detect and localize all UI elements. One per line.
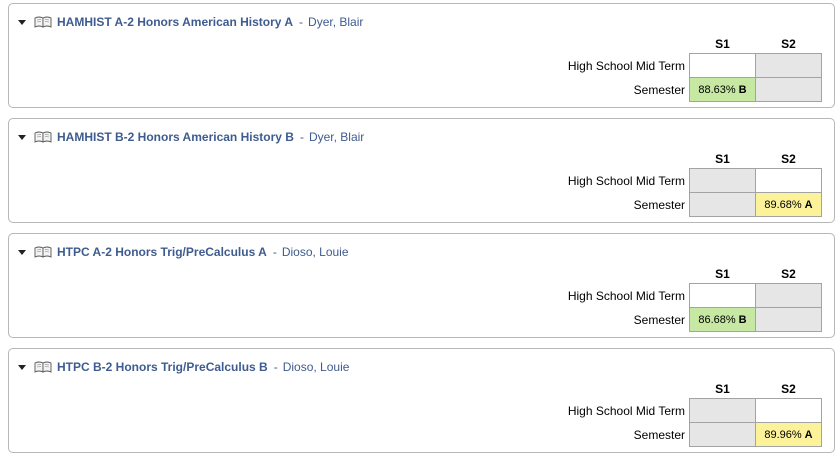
grades-table: S1 S2 High School Mid Term Semester 89.9… xyxy=(568,379,822,447)
row-label: Semester xyxy=(633,82,685,97)
grade-letter: B xyxy=(738,83,747,96)
teacher-name: Dioso, Louie xyxy=(281,245,349,259)
grade-cell xyxy=(755,307,822,332)
grade-cell xyxy=(689,422,756,447)
grade-cell xyxy=(689,53,756,78)
grade-row-midterm: High School Mid Term xyxy=(567,53,822,78)
row-label: High School Mid Term xyxy=(567,173,685,188)
term-header-s1: S1 xyxy=(715,381,730,396)
grades-table: S1 S2 High School Mid Term Semester 89.6… xyxy=(568,149,822,217)
course-title-link[interactable]: HAMHIST B-2 Honors American History B xyxy=(57,130,294,144)
triangle-down-icon[interactable] xyxy=(18,20,26,25)
grade-cell xyxy=(755,398,822,423)
grades-header-row: S1 S2 xyxy=(568,149,822,169)
course-header: HAMHIST B-2 Honors American History B - … xyxy=(18,129,364,145)
grade-row-semester: Semester 88.63% B xyxy=(568,77,822,102)
term-header-s1: S1 xyxy=(715,151,730,166)
grades-header-row: S1 S2 xyxy=(568,379,822,399)
course-header: HTPC B-2 Honors Trig/PreCalculus B - Dio… xyxy=(18,359,349,375)
term-header-s2: S2 xyxy=(781,36,796,51)
grade-percent: 88.63% xyxy=(698,83,736,96)
term-header-s1: S1 xyxy=(715,266,730,281)
grade-row-midterm: High School Mid Term xyxy=(567,168,822,193)
course-card: HTPC A-2 Honors Trig/PreCalculus A - Dio… xyxy=(8,233,835,338)
grade-percent: 89.96% xyxy=(764,428,802,441)
header-blank xyxy=(568,34,690,54)
row-label: Semester xyxy=(633,312,685,327)
title-separator: - xyxy=(299,15,304,29)
header-blank xyxy=(568,264,690,284)
grade-letter: B xyxy=(738,313,747,326)
grades-table: S1 S2 High School Mid Term Semester 88.6… xyxy=(568,34,822,102)
grade-cell xyxy=(689,398,756,423)
grade-percent: 89.68% xyxy=(764,198,802,211)
teacher-name: Dyer, Blair xyxy=(308,15,364,29)
course-title-link[interactable]: HAMHIST A-2 Honors American History A xyxy=(57,15,293,29)
title-separator: - xyxy=(299,130,304,144)
grade-cell xyxy=(755,168,822,193)
teacher-name: Dioso, Louie xyxy=(282,360,350,374)
grade-cell xyxy=(689,283,756,308)
term-header-s2: S2 xyxy=(781,151,796,166)
grade-row-midterm: High School Mid Term xyxy=(567,398,822,423)
triangle-down-icon[interactable] xyxy=(18,365,26,370)
grade-cell xyxy=(755,77,822,102)
term-header-s2: S2 xyxy=(781,266,796,281)
open-book-icon xyxy=(34,246,52,258)
grade-cell xyxy=(689,168,756,193)
header-blank xyxy=(568,149,690,169)
teacher-name: Dyer, Blair xyxy=(308,130,365,144)
row-label: High School Mid Term xyxy=(567,288,685,303)
triangle-down-icon[interactable] xyxy=(18,135,26,140)
grade-row-semester: Semester 86.68% B xyxy=(568,307,822,332)
term-header-s1: S1 xyxy=(715,36,730,51)
grades-table: S1 S2 High School Mid Term Semester 86.6… xyxy=(568,264,822,332)
course-header: HAMHIST A-2 Honors American History A - … xyxy=(18,14,363,30)
grade-row-semester: Semester 89.96% A xyxy=(568,422,822,447)
grades-header-row: S1 S2 xyxy=(568,34,822,54)
grade-cell xyxy=(755,53,822,78)
open-book-icon xyxy=(34,361,52,373)
course-card: HAMHIST B-2 Honors American History B - … xyxy=(8,118,835,223)
grade-cell[interactable]: 89.96% A xyxy=(755,422,822,447)
open-book-icon xyxy=(34,16,52,28)
title-separator: - xyxy=(272,245,277,259)
grade-row-midterm: High School Mid Term xyxy=(567,283,822,308)
grade-cell[interactable]: 88.63% B xyxy=(689,77,756,102)
grade-cell[interactable]: 89.68% A xyxy=(755,192,822,217)
grade-letter: A xyxy=(804,198,813,211)
grade-cell xyxy=(755,283,822,308)
grades-header-row: S1 S2 xyxy=(568,264,822,284)
grade-cell[interactable]: 86.68% B xyxy=(689,307,756,332)
row-label: High School Mid Term xyxy=(567,58,685,73)
triangle-down-icon[interactable] xyxy=(18,250,26,255)
grade-letter: A xyxy=(804,428,813,441)
grade-cell xyxy=(689,192,756,217)
row-label: High School Mid Term xyxy=(567,403,685,418)
grade-row-semester: Semester 89.68% A xyxy=(568,192,822,217)
title-separator: - xyxy=(273,360,278,374)
course-title-link[interactable]: HTPC A-2 Honors Trig/PreCalculus A xyxy=(57,245,267,259)
course-title-link[interactable]: HTPC B-2 Honors Trig/PreCalculus B xyxy=(57,360,268,374)
course-header: HTPC A-2 Honors Trig/PreCalculus A - Dio… xyxy=(18,244,349,260)
row-label: Semester xyxy=(633,427,685,442)
open-book-icon xyxy=(34,131,52,143)
grade-percent: 86.68% xyxy=(698,313,736,326)
term-header-s2: S2 xyxy=(781,381,796,396)
header-blank xyxy=(568,379,690,399)
course-card: HAMHIST A-2 Honors American History A - … xyxy=(8,3,835,108)
course-card: HTPC B-2 Honors Trig/PreCalculus B - Dio… xyxy=(8,348,835,453)
row-label: Semester xyxy=(633,197,685,212)
